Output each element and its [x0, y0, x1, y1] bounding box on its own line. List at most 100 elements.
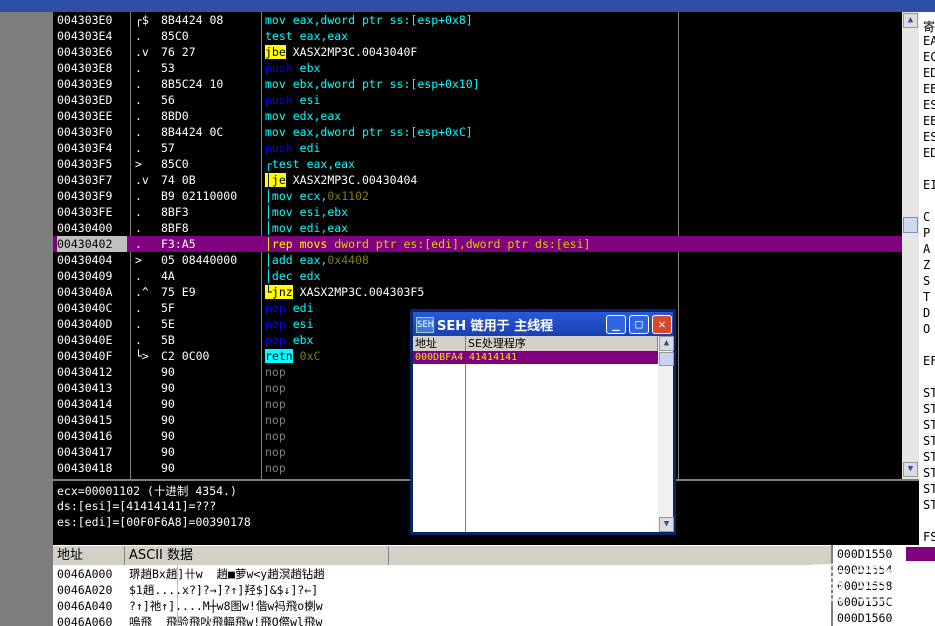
seh-column-separator [465, 351, 466, 532]
disasm-instruction: nop [265, 428, 286, 444]
register-label: ST [923, 482, 935, 496]
disasm-instruction: │mov ecx,0x1102 [265, 188, 369, 204]
dump-address: 0046A040 [57, 599, 113, 613]
disasm-address: 00430400 [57, 221, 113, 235]
disasm-row[interactable]: 004303EE. 8BD0 mov edx,eax [53, 108, 902, 124]
disasm-hex-bytes: 90 [161, 461, 175, 475]
info-line: ecx=00001102 (十进制 4354.) [57, 484, 237, 498]
disasm-operand: edx [299, 269, 321, 283]
seh-chain-window[interactable]: SEH SEH 链用于 主线程 _ □ ✕ 地址 SE处理程序 000DBFA4… [410, 309, 676, 535]
disasm-row[interactable]: 004303E8. 53 push ebx [53, 60, 902, 76]
disasm-operand: esi,ebx [299, 205, 349, 219]
disasm-row[interactable]: 004303E0 ┌$ 8B4424 08 mov eax,dword ptr ss:… [53, 12, 902, 28]
disasm-instruction: nop [265, 364, 286, 380]
register-label: T [923, 290, 931, 304]
disasm-mnemonic: pop [265, 333, 286, 347]
seh-scroll-thumb[interactable] [659, 352, 674, 366]
dump-header-ascii[interactable]: ASCII 数据 [125, 546, 389, 566]
dump-row[interactable]: 0046A000 琾趙Bx趙]卄w 趙■萝w<y趙溟趙钻趙 [53, 566, 831, 582]
dump-row[interactable]: 0046A060 嗚飛 飛验飛吙飛輻飛w!飛O傺wl飛w [53, 614, 831, 626]
disasm-row[interactable]: 004303F9. B9 02110000 │mov ecx,0x1102 [53, 188, 902, 204]
disasm-row[interactable]: 00430404 >05 08440000 │add eax,0x4408 [53, 252, 902, 268]
seh-header-address[interactable]: 地址 [413, 336, 466, 351]
seh-window-icon: SEH [416, 317, 434, 333]
disasm-instruction: │dec edx [265, 268, 320, 284]
disasm-instruction: push ebx [265, 60, 320, 76]
disasm-row[interactable]: 004303FE. 8BF3 │mov esi,ebx [53, 204, 902, 220]
seh-scroll-up-button[interactable]: ▲ [659, 336, 674, 351]
register-label: ES [923, 98, 935, 112]
seh-list[interactable]: 地址 SE处理程序 000DBFA4 41414141 ▲ ▼ [413, 336, 674, 532]
dump-row[interactable]: 0046A020 $1趙....x?]?→]?↑]羟$]&$↓]?←] [53, 582, 831, 598]
disasm-row[interactable]: 004303F0. 8B4424 0C mov eax,dword ptr ss:[… [53, 124, 902, 140]
disasm-hex-bytes: 90 [161, 413, 175, 427]
dump-row[interactable]: 0046A040 ?↑]祂↑]....M┼w8图w!偕w䘞飛o楋w [53, 598, 831, 614]
dump-header-address[interactable]: 地址 [53, 546, 125, 566]
disasm-branch-marker: . [135, 189, 142, 203]
disasm-hex-bytes: 8BF3 [161, 205, 189, 219]
dump-pane[interactable]: 0046A000 琾趙Bx趙]卄w 趙■萝w<y趙溟趙钻趙 0046A020 $1趙.… [53, 565, 831, 626]
disasm-hex-bytes: 05 08440000 [161, 253, 238, 267]
disasm-row[interactable]: 00430402. F3:A5 │rep movs dword ptr es:[ed… [53, 236, 902, 252]
disasm-mnemonic: mov [265, 77, 286, 91]
disasm-branch-marker: . [135, 301, 142, 315]
register-label: ED [923, 66, 935, 80]
disassembly-scrollbar[interactable]: ▲ ▼ [902, 12, 919, 479]
scroll-down-button[interactable]: ▼ [903, 462, 918, 477]
disasm-instruction: pop ebx [265, 332, 314, 348]
registers-pane[interactable]: 寄 EA EC ED EB ES EB ES ED EI C P A Z S T D O EF ST ST ST ST ST S… [919, 12, 935, 545]
disasm-branch-marker: . [135, 221, 142, 235]
disasm-row[interactable]: 004303F7 .v 74 0B │je XASX2MP3C.00430404 [53, 172, 902, 188]
disasm-instruction: nop [265, 396, 286, 412]
disasm-row[interactable]: 00430409. 4A │dec edx [53, 268, 902, 284]
disasm-row[interactable]: 0043040A .^ 75 E9 └jnz XASX2MP3C.004303F5 [53, 284, 902, 300]
disasm-mnemonic: ┌test [265, 157, 300, 171]
disasm-operand: XASX2MP3C.0043040F [292, 45, 418, 59]
disasm-address: 004303E4 [57, 29, 113, 43]
disasm-address: 00430415 [57, 413, 113, 427]
disasm-branch-marker: . [135, 125, 142, 139]
disasm-address: 004303F7 [57, 173, 113, 187]
maximize-button[interactable]: □ [629, 315, 649, 334]
disasm-operand: XASX2MP3C.00430404 [292, 173, 418, 187]
disasm-row[interactable]: 00430400. 8BF8 │mov edi,eax [53, 220, 902, 236]
disasm-operand: edi [299, 141, 321, 155]
disasm-row[interactable]: 004303E6 .v 76 27 jbe XASX2MP3C.0043040F [53, 44, 902, 60]
disasm-branch-marker: . [135, 61, 142, 75]
disasm-hex-bytes: C2 0C00 [161, 349, 210, 363]
disasm-hex-bytes: 76 27 [161, 45, 196, 59]
disasm-address: 00430417 [57, 445, 113, 459]
seh-header-handler[interactable]: SE处理程序 [466, 336, 658, 351]
disasm-row[interactable]: 004303F4. 57 push edi [53, 140, 902, 156]
disasm-mnemonic: nop [265, 429, 286, 443]
disasm-branch-marker: . [135, 93, 142, 107]
disasm-hex-bytes: 5E [161, 317, 175, 331]
seh-scroll-down-button[interactable]: ▼ [659, 517, 674, 532]
stack-current-marker [906, 547, 935, 561]
minimize-button[interactable]: _ [606, 315, 626, 334]
seh-title-bar[interactable]: SEH SEH 链用于 主线程 _ □ ✕ [413, 312, 673, 336]
disasm-mnemonic: push [265, 61, 293, 75]
register-label: Z [923, 258, 931, 272]
disasm-instruction: │je XASX2MP3C.00430404 [265, 172, 417, 188]
disasm-instruction: │rep movs dword ptr es:[edi],dword ptr d… [265, 236, 590, 252]
disasm-row[interactable]: 004303E4. 85C0 test eax,eax [53, 28, 902, 44]
disasm-mnemonic: mov [265, 13, 286, 27]
seh-list-row[interactable]: 000DBFA4 41414141 [413, 351, 658, 364]
disasm-mnemonic: │dec [265, 269, 293, 283]
dump-ascii: 嗚飛 飛验飛吙飛輻飛w!飛O傺wl飛w [129, 615, 323, 626]
disasm-row[interactable]: 004303F5 >85C0 ┌test eax,eax [53, 156, 902, 172]
disasm-address: 004303F9 [57, 189, 113, 203]
disasm-branch-marker: ┌$ [135, 13, 149, 27]
disasm-instruction: └jnz XASX2MP3C.004303F5 [265, 284, 424, 300]
disasm-instruction: │mov edi,eax [265, 220, 348, 236]
scroll-thumb[interactable] [903, 217, 918, 233]
disasm-hex-bytes: B9 02110000 [161, 189, 238, 203]
register-label: ST [923, 434, 935, 448]
seh-scrollbar[interactable]: ▲ ▼ [658, 336, 674, 532]
close-button[interactable]: ✕ [652, 315, 672, 334]
disasm-row[interactable]: 004303ED. 56 push esi [53, 92, 902, 108]
disasm-address: 004303F5 [57, 157, 113, 171]
disasm-row[interactable]: 004303E9. 8B5C24 10 mov ebx,dword ptr ss:[… [53, 76, 902, 92]
scroll-up-button[interactable]: ▲ [903, 13, 918, 28]
